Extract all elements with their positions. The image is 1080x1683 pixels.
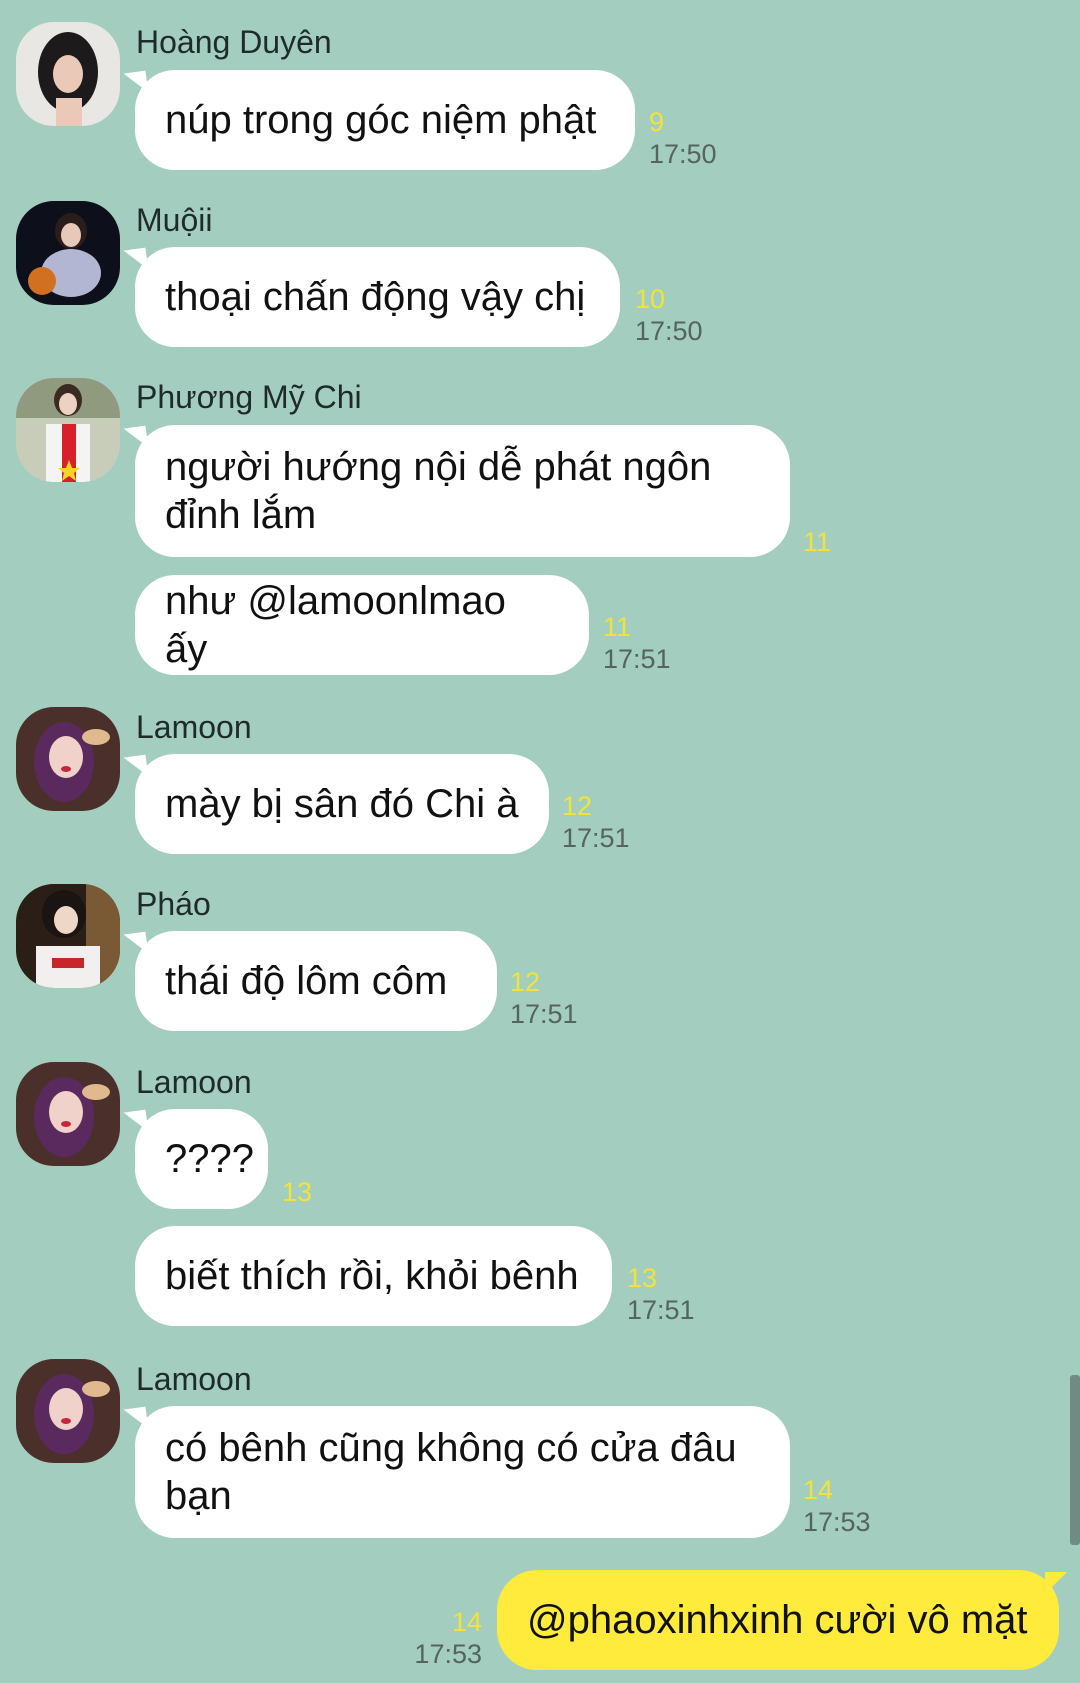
read-count: 10 [635, 284, 666, 314]
message-bubble[interactable]: ???? [135, 1109, 268, 1209]
sender-name: Muộii [136, 202, 213, 238]
avatar-muoii[interactable] [16, 201, 120, 305]
sender-name: Lamoon [136, 1064, 252, 1100]
message-text: thái độ lôm côm [165, 959, 448, 1003]
message-meta: 13 17:51 [627, 1262, 695, 1326]
message-time: 17:51 [510, 999, 578, 1029]
avatar-phao[interactable] [16, 884, 120, 988]
scrollbar[interactable] [1070, 1375, 1080, 1545]
message-text: mày bị sân đó Chi à [165, 782, 519, 826]
chat-area[interactable]: Hoàng Duyên núp trong góc niệm phật 9 17… [0, 0, 1080, 1683]
message-bubble[interactable]: núp trong góc niệm phật [135, 70, 635, 170]
message-bubble[interactable]: biết thích rồi, khỏi bênh [135, 1226, 612, 1326]
message-time: 17:50 [649, 139, 717, 169]
message-meta: 11 [803, 526, 831, 558]
read-count: 13 [627, 1263, 658, 1293]
sender-name: Phương Mỹ Chi [136, 379, 362, 415]
avatar-lamoon[interactable] [16, 707, 120, 811]
read-count: 12 [562, 791, 593, 821]
my-message-bubble[interactable]: @phaoxinhxinh cười vô mặt [497, 1570, 1067, 1670]
message-meta: 13 [282, 1176, 312, 1208]
read-count: 11 [803, 527, 832, 557]
message-meta: 11 17:51 [603, 611, 671, 675]
read-count: 14 [451, 1607, 482, 1637]
message-time: 17:53 [414, 1639, 482, 1669]
message-text: ???? [165, 1137, 254, 1181]
avatar-lamoon[interactable] [16, 1062, 120, 1166]
message-bubble[interactable]: mày bị sân đó Chi à [135, 754, 549, 854]
message-time: 17:51 [562, 823, 630, 853]
avatar-lamoon[interactable] [16, 1359, 120, 1463]
message-time: 17:50 [635, 316, 703, 346]
message-text: có bênh cũng không có cửa đâu bạn [165, 1426, 737, 1518]
message-meta: 12 17:51 [562, 790, 630, 854]
sender-name: Pháo [136, 886, 211, 922]
message-time: 17:53 [803, 1507, 871, 1537]
message-time: 17:51 [627, 1295, 695, 1325]
sender-name: Hoàng Duyên [136, 24, 332, 60]
message-meta: 10 17:50 [635, 283, 703, 347]
avatar-hoang-duyen[interactable] [16, 22, 120, 126]
message-text: người hướng nội dễ phát ngôn đỉnh lắm [165, 445, 712, 537]
message-meta: 12 17:51 [510, 966, 578, 1030]
message-text: như @lamoonlmao ấy [165, 579, 518, 671]
sender-name: Lamoon [136, 1361, 252, 1397]
message-meta: 14 17:53 [803, 1474, 871, 1538]
read-count: 12 [510, 967, 541, 997]
message-bubble[interactable]: như @lamoonlmao ấy [135, 575, 589, 675]
message-text: biết thích rồi, khỏi bênh [165, 1254, 579, 1298]
message-bubble[interactable]: người hướng nội dễ phát ngôn đỉnh lắm [135, 425, 790, 557]
message-text: núp trong góc niệm phật [165, 98, 597, 142]
my-message-meta: 14 17:53 [380, 1606, 482, 1670]
read-count: 14 [803, 1475, 834, 1505]
avatar-phuong-my-chi[interactable] [16, 378, 120, 482]
message-text: thoại chấn động vậy chị [165, 275, 586, 319]
read-count: 11 [603, 612, 632, 642]
message-time: 17:51 [603, 644, 671, 674]
message-bubble[interactable]: thoại chấn động vậy chị [135, 247, 620, 347]
read-count: 9 [649, 107, 665, 137]
read-count: 13 [282, 1177, 313, 1207]
message-bubble[interactable]: có bênh cũng không có cửa đâu bạn [135, 1406, 790, 1538]
sender-name: Lamoon [136, 709, 252, 745]
message-text: @phaoxinhxinh cười vô mặt [527, 1598, 1028, 1642]
message-meta: 9 17:50 [649, 106, 717, 170]
message-bubble[interactable]: thái độ lôm côm [135, 931, 497, 1031]
